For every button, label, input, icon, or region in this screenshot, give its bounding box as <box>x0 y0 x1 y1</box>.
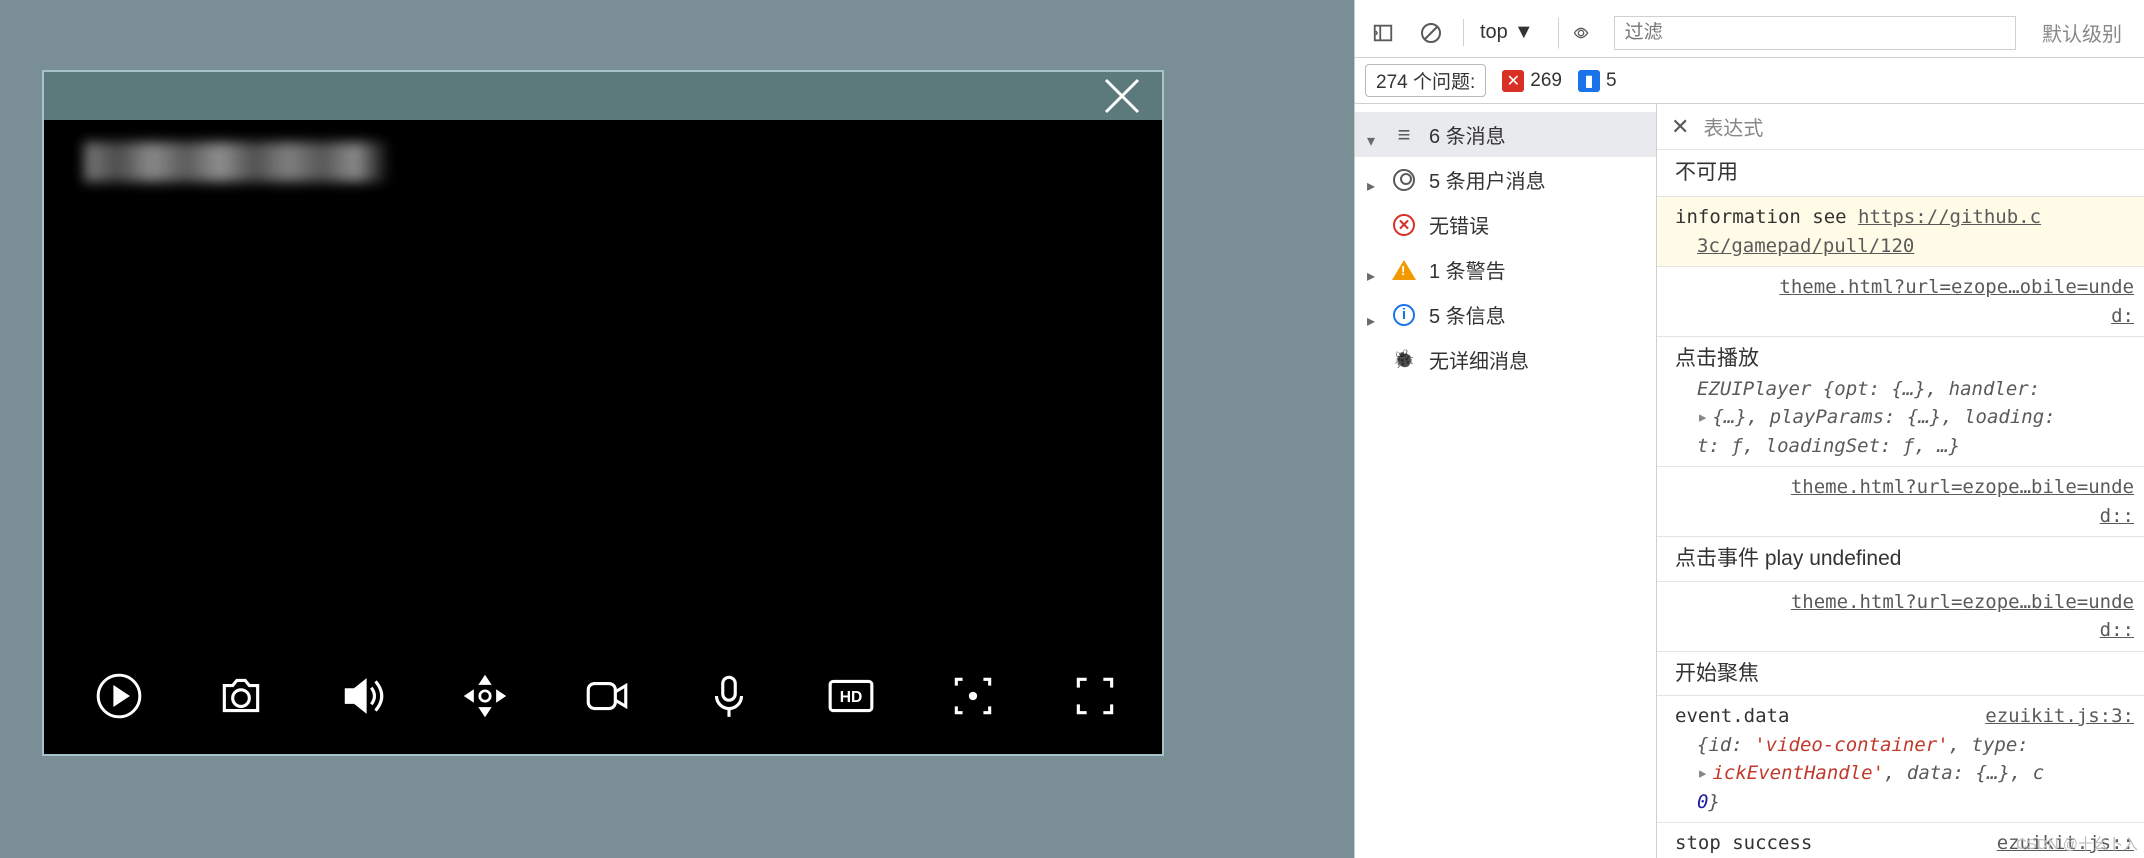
error-icon: ✕ <box>1391 212 1417 238</box>
error-count[interactable]: ✕269 <box>1502 70 1562 92</box>
live-expression-icon[interactable] <box>1558 17 1590 49</box>
console-log-entry[interactable]: 点击事件 play undefined <box>1657 537 2144 582</box>
console-source-link[interactable]: theme.html?url=ezope…bile=unded:: <box>1657 582 2144 652</box>
console-sidebar: 6 条消息 5 条用户消息 ✕无错误 1 条警告 i5 条信息 无详细消息 <box>1355 104 1657 858</box>
console-log-entry[interactable]: 点击播放 EZUIPlayer {opt: {…}, handler: {…},… <box>1657 337 2144 467</box>
console-source-link[interactable]: theme.html?url=ezope…bile=unded:: <box>1657 467 2144 537</box>
console-log-entry[interactable]: 开始聚焦 <box>1657 652 2144 697</box>
context-selector[interactable]: top ▼ <box>1463 19 1542 46</box>
video-titlebar <box>44 72 1162 120</box>
clear-console-icon[interactable] <box>1415 17 1447 49</box>
close-icon[interactable] <box>1098 72 1146 120</box>
warning-link-2[interactable]: 3c/gamepad/pull/120 <box>1697 235 1914 257</box>
devtools-panel: top ▼ 默认级别 274 个问题: ✕269 ▮5 6 条消息 5 条用户消息… <box>1354 0 2144 858</box>
svg-text:HD: HD <box>840 689 863 706</box>
console-warning-entry[interactable]: information see https://github.c 3c/game… <box>1657 197 2144 267</box>
volume-icon[interactable] <box>338 671 388 721</box>
sidebar-item-messages[interactable]: 6 条消息 <box>1355 112 1656 157</box>
expression-title: 表达式 <box>1703 112 1763 141</box>
video-overlay-text-blurred <box>84 142 424 182</box>
video-player-window: HD <box>42 70 1164 756</box>
list-icon <box>1391 122 1417 148</box>
context-label: top <box>1480 21 1508 44</box>
log-level-selector[interactable]: 默认级别 <box>2032 18 2132 47</box>
toggle-sidebar-icon[interactable] <box>1367 17 1399 49</box>
warning-link[interactable]: https://github.c <box>1858 206 2041 228</box>
user-icon <box>1391 167 1417 193</box>
sidebar-item-verbose[interactable]: 无详细消息 <box>1355 337 1656 382</box>
camera-snapshot-icon[interactable] <box>216 671 266 721</box>
message-count[interactable]: ▮5 <box>1578 70 1617 92</box>
sidebar-item-warnings[interactable]: 1 条警告 <box>1355 247 1656 292</box>
expression-value: 不可用 <box>1657 150 2144 197</box>
record-icon[interactable] <box>582 671 632 721</box>
fullscreen-icon[interactable] <box>1070 671 1120 721</box>
filter-input[interactable] <box>1614 16 2016 50</box>
sidebar-item-info[interactable]: i5 条信息 <box>1355 292 1656 337</box>
sidebar-item-errors[interactable]: ✕无错误 <box>1355 202 1656 247</box>
hd-icon[interactable]: HD <box>826 671 876 721</box>
console-toolbar: top ▼ 默认级别 <box>1355 8 2144 58</box>
console-output: ✕ 表达式 不可用 information see https://github… <box>1657 104 2144 858</box>
play-icon[interactable] <box>94 671 144 721</box>
issues-count-button[interactable]: 274 个问题: <box>1365 64 1486 97</box>
warning-icon <box>1391 257 1417 283</box>
message-badge-icon: ▮ <box>1578 70 1600 92</box>
video-controls: HD <box>44 656 1162 736</box>
issues-bar: 274 个问题: ✕269 ▮5 <box>1355 58 2144 104</box>
ptz-icon[interactable] <box>460 671 510 721</box>
sidebar-item-user-messages[interactable]: 5 条用户消息 <box>1355 157 1656 202</box>
chevron-down-icon: ▼ <box>1514 21 1534 44</box>
video-body: HD <box>44 120 1162 754</box>
console-source-link[interactable]: theme.html?url=ezope…obile=unded: <box>1657 267 2144 337</box>
source-link[interactable]: ezuikit.js:3: <box>1985 702 2134 731</box>
error-badge-icon: ✕ <box>1502 70 1524 92</box>
focus-brackets-icon[interactable] <box>948 671 998 721</box>
csdn-watermark: CSDN @十幺卜入 <box>2016 833 2138 854</box>
info-icon: i <box>1391 302 1417 328</box>
close-icon[interactable]: ✕ <box>1671 114 1689 140</box>
expression-section-header: ✕ 表达式 <box>1657 104 2144 150</box>
microphone-icon[interactable] <box>704 671 754 721</box>
bug-icon <box>1391 347 1417 373</box>
console-log-entry[interactable]: event.data ezuikit.js:3: {id: 'video-con… <box>1657 696 2144 823</box>
